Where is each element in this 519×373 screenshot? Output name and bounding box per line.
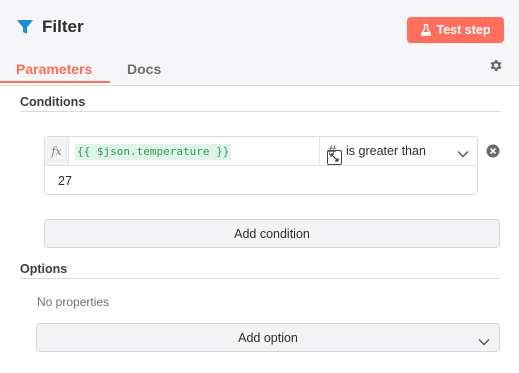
add-option-label: Add option [238, 330, 298, 345]
beaker-icon [420, 24, 431, 36]
chevron-down-icon [457, 145, 469, 163]
tab-docs[interactable]: Docs [127, 58, 161, 77]
operator-select[interactable]: # is greater than [319, 137, 478, 166]
left-value-input[interactable]: {{ $json.temperature }} [69, 137, 342, 166]
conditions-divider [20, 111, 500, 112]
number-type-icon: # [328, 142, 337, 159]
add-condition-button[interactable]: Add condition [44, 219, 500, 248]
node-title-row: Filter [14, 16, 84, 38]
node-header: Filter Test step Parameters Docs [0, 0, 519, 86]
expression-token: {{ $json.temperature }} [75, 144, 232, 160]
test-step-label: Test step [436, 23, 491, 37]
chevron-down-icon [478, 333, 490, 351]
options-label: Options [20, 262, 68, 276]
active-tab-indicator [0, 81, 110, 83]
remove-icon[interactable] [486, 144, 500, 158]
node-title: Filter [42, 17, 84, 36]
tab-parameters[interactable]: Parameters [16, 58, 92, 77]
right-value-input[interactable]: 27 [45, 167, 477, 194]
gear-icon[interactable] [488, 58, 505, 75]
operator-value: is greater than [346, 144, 426, 158]
expression-mode-icon: fx [45, 137, 69, 166]
add-condition-label: Add condition [234, 226, 310, 241]
conditions-label: Conditions [20, 95, 86, 109]
options-divider [20, 278, 500, 279]
test-step-button[interactable]: Test step [407, 17, 504, 43]
no-properties-text: No properties [37, 295, 110, 309]
filter-icon [14, 16, 36, 38]
condition-row: fx {{ $json.temperature }} # is greater … [44, 136, 478, 195]
add-option-button[interactable]: Add option [36, 323, 500, 352]
